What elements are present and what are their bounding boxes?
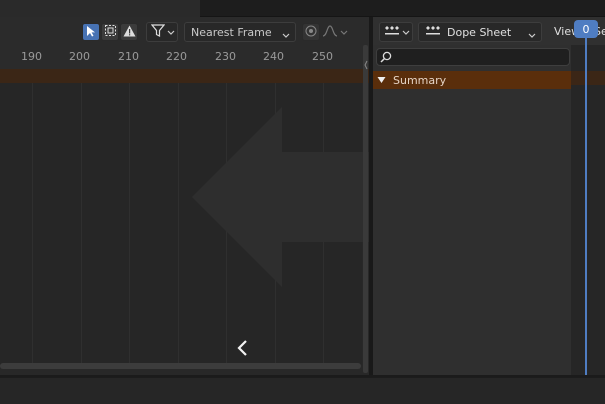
summary-label: Summary: [393, 73, 447, 87]
timeline-editor: Nearest Frame 190 200 210 220 230 240 25…: [0, 17, 370, 375]
chevron-down-icon: [167, 26, 175, 39]
grid-line: [32, 83, 33, 365]
box-select-icon: [104, 24, 117, 40]
snap-mode-label: Nearest Frame: [191, 25, 272, 39]
cursor-arrow-icon: [85, 25, 97, 40]
filter-dropdown[interactable]: [146, 22, 178, 42]
ruler-tick: 210: [118, 50, 139, 63]
falloff-dropdown[interactable]: [322, 23, 352, 41]
triangle-down-icon: [377, 74, 386, 87]
grid-line: [129, 83, 130, 365]
channel-search-input[interactable]: [376, 48, 570, 66]
chevron-left-icon[interactable]: [236, 339, 250, 360]
search-icon: [380, 51, 392, 66]
big-left-arrow-icon: [192, 107, 370, 290]
warning-icon: [123, 25, 136, 40]
region-toggle-icon[interactable]: [364, 59, 368, 71]
dopesheet-header: Dope Sheet View Se: [373, 17, 605, 45]
ruler-tick: 200: [69, 50, 90, 63]
dopesheet-editor-icon: [384, 25, 400, 40]
vertical-scrollbar[interactable]: [363, 45, 368, 373]
dopesheet-mode-icon: [425, 25, 441, 40]
mode-label: Dope Sheet: [447, 25, 512, 39]
proportional-edit-icon: [305, 25, 317, 40]
bottom-status-bar: [0, 377, 605, 404]
ruler-tick: 220: [166, 50, 187, 63]
playhead-line[interactable]: [585, 38, 587, 376]
channel-list: Summary: [373, 45, 571, 375]
summary-channel-strip: [0, 69, 369, 83]
upper-editor-grid: [200, 0, 605, 17]
timeline-header: Nearest Frame: [0, 17, 369, 45]
dopesheet-editor: Dope Sheet View Se Summary 0: [373, 17, 605, 376]
select-tool-button[interactable]: [82, 23, 100, 41]
editor-type-dropdown[interactable]: [379, 22, 413, 42]
snap-mode-dropdown[interactable]: Nearest Frame: [184, 22, 296, 42]
ruler-tick: 240: [263, 50, 284, 63]
funnel-icon: [150, 24, 166, 40]
chevron-down-icon: [528, 29, 536, 42]
frame-ruler[interactable]: 190 200 210 220 230 240 250: [0, 45, 369, 69]
summary-keyframe-strip: [571, 71, 605, 85]
horizontal-scrollbar[interactable]: [0, 363, 361, 369]
ruler-tick: 250: [312, 50, 333, 63]
box-select-button[interactable]: [101, 23, 119, 41]
current-frame-indicator[interactable]: 0: [574, 20, 598, 38]
keyframe-area[interactable]: [571, 45, 605, 375]
chevron-down-icon: [340, 26, 348, 39]
chevron-down-icon: [402, 26, 410, 39]
mode-dropdown[interactable]: Dope Sheet: [418, 22, 542, 42]
summary-channel-row[interactable]: Summary: [373, 71, 571, 89]
ruler-tick: 230: [215, 50, 236, 63]
grid-line: [81, 83, 82, 365]
ruler-tick: 190: [21, 50, 42, 63]
proportional-edit-button[interactable]: [302, 23, 320, 41]
falloff-curve-icon: [322, 24, 338, 40]
chevron-down-icon: [282, 29, 290, 42]
warning-toggle-button[interactable]: [120, 23, 138, 41]
grid-line: [178, 83, 179, 365]
